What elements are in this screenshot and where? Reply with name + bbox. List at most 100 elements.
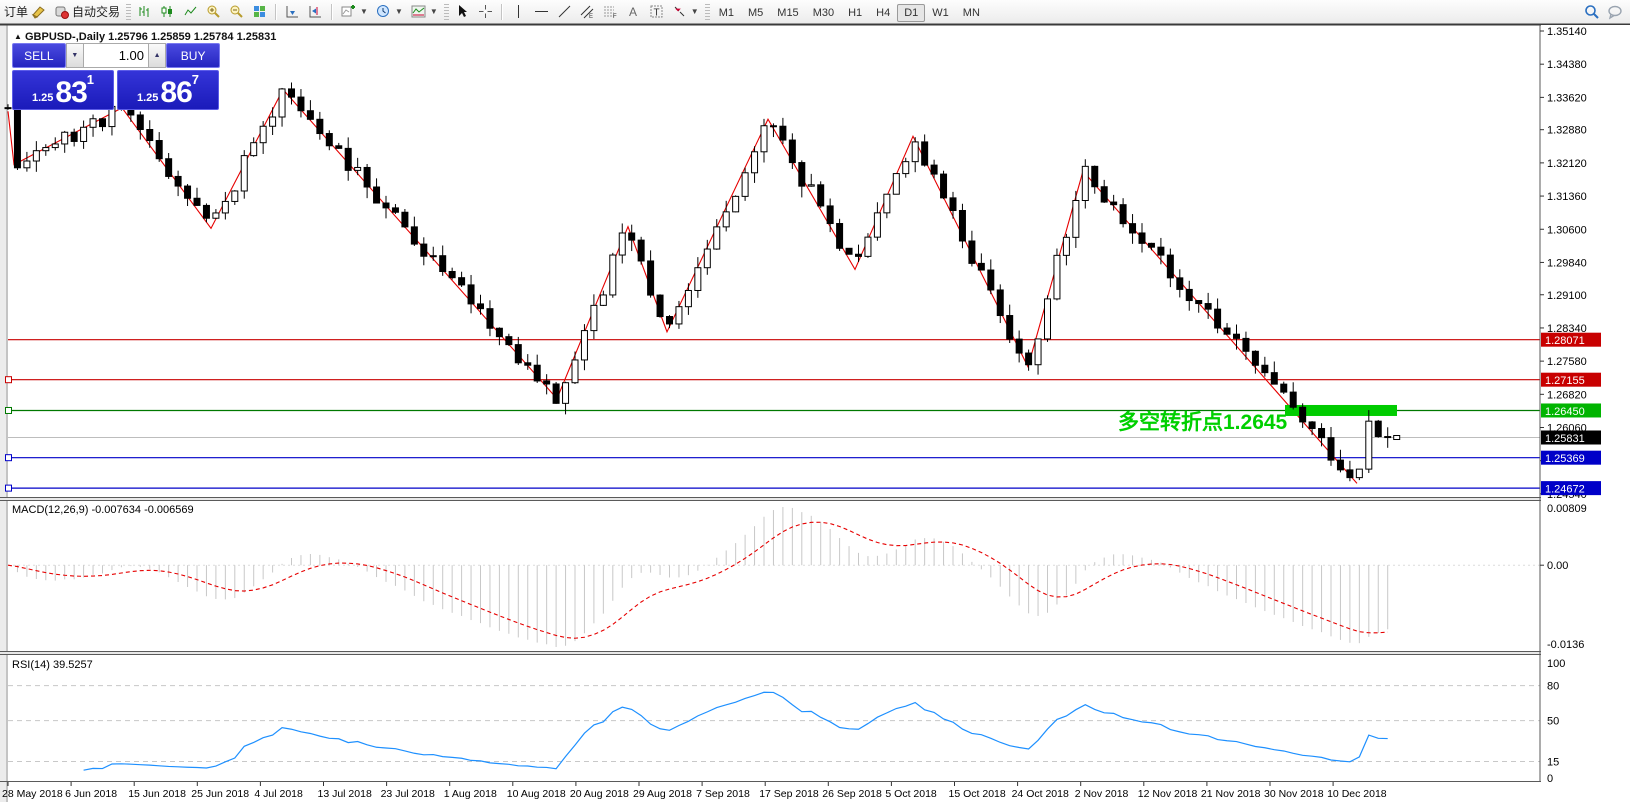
bar-chart-button[interactable]: [133, 2, 156, 21]
auto-scroll-icon: [285, 4, 300, 19]
timeframe-button-w1[interactable]: W1: [925, 4, 956, 22]
svg-text:-0.0136: -0.0136: [1547, 639, 1584, 651]
toolbar-grip: [126, 4, 131, 20]
tile-windows-button[interactable]: [248, 2, 271, 21]
hline-anchor[interactable]: [6, 485, 12, 491]
svg-text:0.00: 0.00: [1547, 560, 1568, 572]
arrows-tool-button[interactable]: ▼: [668, 2, 703, 21]
svg-text:0: 0: [1547, 773, 1553, 785]
crosshair-tool-button[interactable]: [474, 2, 497, 21]
volume-increase-button[interactable]: ▲: [148, 43, 166, 68]
svg-text:1.35140: 1.35140: [1547, 26, 1587, 38]
chart-shift-button[interactable]: [304, 2, 327, 21]
svg-text:1.24672: 1.24672: [1545, 484, 1585, 496]
svg-text:2 Nov 2018: 2 Nov 2018: [1075, 788, 1129, 800]
svg-text:1.28071: 1.28071: [1545, 335, 1585, 347]
svg-text:1.32880: 1.32880: [1547, 125, 1587, 137]
crosshair-icon: [478, 4, 493, 19]
chart-annotation-text[interactable]: 多空转折点1.2645: [1118, 410, 1288, 434]
timeframe-button-mn[interactable]: MN: [956, 4, 987, 22]
svg-text:10 Aug 2018: 10 Aug 2018: [507, 788, 566, 800]
templates-button[interactable]: ▼: [407, 2, 442, 21]
buy-button[interactable]: BUY: [166, 43, 220, 68]
search-icon: [1584, 4, 1599, 19]
new-order-label: 订单: [4, 3, 28, 20]
toolbar-separator: [275, 4, 277, 20]
sell-price-base: 1.25: [32, 88, 53, 108]
svg-text:1.27155: 1.27155: [1545, 375, 1585, 387]
horizontal-line-tool-button[interactable]: [530, 2, 553, 21]
collapse-triangle-icon[interactable]: ▲: [14, 32, 22, 41]
equidistant-channel-tool-button[interactable]: E: [576, 2, 599, 21]
zoom-out-button[interactable]: [225, 2, 248, 21]
volume-decrease-button[interactable]: ▼: [66, 43, 84, 68]
toolbar-separator: [501, 4, 503, 20]
top-toolbar: 订单 自动交易 ▼ ▼ ▼: [0, 0, 1630, 23]
templates-icon: [411, 4, 426, 19]
timeframe-button-d1[interactable]: D1: [897, 4, 925, 22]
toolbar-right-group: [1580, 2, 1630, 21]
svg-text:15 Jun 2018: 15 Jun 2018: [128, 788, 186, 800]
timeframe-button-m15[interactable]: M15: [770, 4, 805, 22]
svg-text:15 Oct 2018: 15 Oct 2018: [949, 788, 1006, 800]
buy-price-tile[interactable]: 1.25 86 7: [117, 70, 219, 110]
last-price-marker: [1394, 436, 1400, 440]
zoom-in-button[interactable]: [202, 2, 225, 21]
chat-button[interactable]: [1603, 2, 1626, 21]
svg-text:15: 15: [1547, 756, 1559, 768]
autotrading-button[interactable]: 自动交易: [50, 1, 124, 22]
svg-text:1.34380: 1.34380: [1547, 59, 1587, 71]
svg-text:1.26820: 1.26820: [1547, 389, 1587, 401]
vertical-line-icon: [511, 4, 526, 19]
svg-text:23 Jul 2018: 23 Jul 2018: [381, 788, 435, 800]
sell-price-pip: 1: [87, 74, 94, 86]
vertical-line-tool-button[interactable]: [507, 2, 530, 21]
trendline-icon: [557, 4, 572, 19]
text-label-tool-button[interactable]: T: [645, 2, 668, 21]
line-chart-button[interactable]: [179, 2, 202, 21]
text-tool-button[interactable]: A: [622, 2, 645, 21]
cursor-tool-button[interactable]: [451, 2, 474, 21]
chevron-down-icon: ▼: [395, 7, 403, 16]
timeframe-button-h4[interactable]: H4: [869, 4, 897, 22]
svg-text:12 Nov 2018: 12 Nov 2018: [1138, 788, 1198, 800]
symbol-period-label: GBPUSD-,Daily: [25, 31, 105, 43]
svg-text:4 Jul 2018: 4 Jul 2018: [254, 788, 303, 800]
zoom-out-icon: [229, 4, 244, 19]
new-order-button[interactable]: 订单: [0, 1, 50, 22]
hline-anchor[interactable]: [6, 455, 12, 461]
chat-icon: [1607, 4, 1622, 19]
timeframe-button-m5[interactable]: M5: [741, 4, 770, 22]
hline-anchor[interactable]: [6, 377, 12, 383]
indicators-button[interactable]: ▼: [337, 2, 372, 21]
svg-text:E: E: [589, 14, 593, 19]
periods-button[interactable]: ▼: [372, 2, 407, 21]
sell-price-tile[interactable]: 1.25 83 1: [12, 70, 114, 110]
fibonacci-tool-button[interactable]: F: [599, 2, 622, 21]
timeframe-button-m30[interactable]: M30: [806, 4, 841, 22]
tile-windows-icon: [252, 4, 267, 19]
volume-input[interactable]: [84, 43, 148, 68]
svg-text:F: F: [613, 14, 617, 19]
chart-pane-title: ▲ GBPUSD-,Daily 1.25796 1.25859 1.25784 …: [14, 31, 276, 43]
auto-scroll-button[interactable]: [281, 2, 304, 21]
hline-anchor[interactable]: [6, 407, 12, 413]
timeframe-button-h1[interactable]: H1: [841, 4, 869, 22]
svg-text:1.31360: 1.31360: [1547, 191, 1587, 203]
chevron-down-icon: ▼: [430, 7, 438, 16]
svg-text:1.29840: 1.29840: [1547, 257, 1587, 269]
svg-text:25 Jun 2018: 25 Jun 2018: [191, 788, 249, 800]
candlestick-chart-button[interactable]: [156, 2, 179, 21]
trendline-tool-button[interactable]: [553, 2, 576, 21]
toolbar-grip: [705, 4, 710, 20]
search-button[interactable]: [1580, 2, 1603, 21]
arrows-icon: [672, 4, 687, 19]
svg-text:T: T: [653, 8, 659, 19]
rsi-label: RSI(14) 39.5257: [12, 659, 93, 671]
sell-button[interactable]: SELL: [12, 43, 66, 68]
buy-price-base: 1.25: [137, 88, 158, 108]
svg-text:A: A: [629, 5, 637, 19]
sell-price-main: 83: [55, 78, 86, 108]
timeframe-button-m1[interactable]: M1: [712, 4, 741, 22]
svg-text:21 Nov 2018: 21 Nov 2018: [1201, 788, 1261, 800]
